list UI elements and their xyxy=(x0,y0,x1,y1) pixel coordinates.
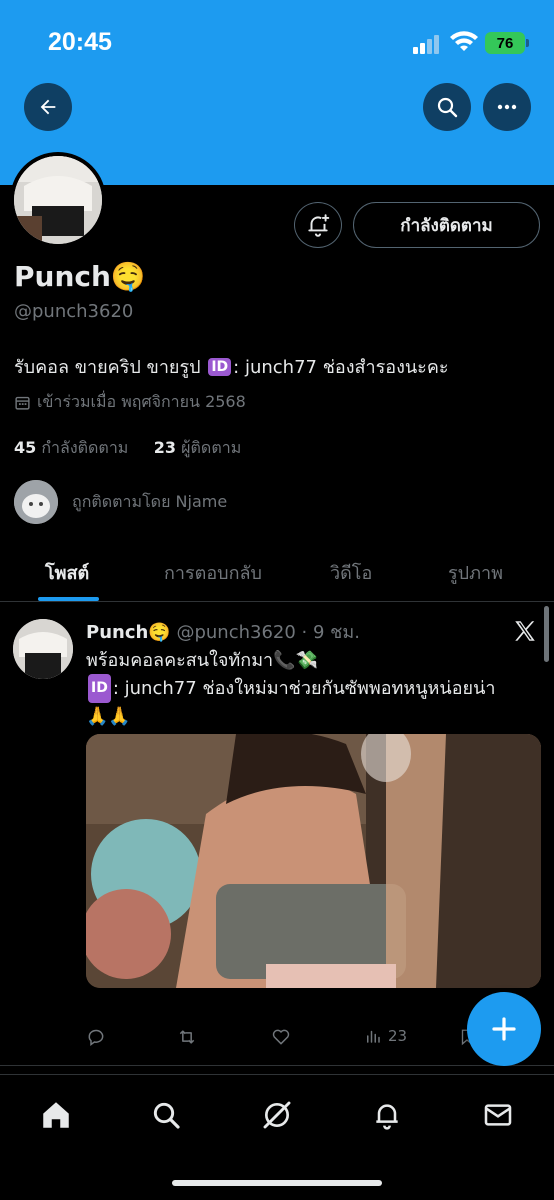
arrow-left-icon xyxy=(40,99,56,115)
post-meta: @punch3620 · 9 ชม. xyxy=(176,622,360,643)
home-icon xyxy=(43,1102,69,1128)
followers-link[interactable]: 23 ผู้ติดตาม xyxy=(154,438,241,457)
nav-grok[interactable] xyxy=(257,1095,297,1135)
avatar-photo xyxy=(14,156,102,244)
post-line-2-text: : junch77 ช่องใหม่มาช่วยกันซัพพอทหนูหน่อ… xyxy=(112,678,496,699)
joined-date: เข้าร่วมเมื่อ พฤศจิกายน 2568 xyxy=(14,390,246,415)
nav-messages[interactable] xyxy=(478,1095,518,1135)
nav-search[interactable] xyxy=(146,1095,186,1135)
tab-photos[interactable]: รูปภาพ xyxy=(448,558,503,587)
profile-tabs: โพสต์ การตอบกลับ วิดีโอ รูปภาพ xyxy=(0,540,554,602)
repost-action[interactable] xyxy=(176,1027,198,1047)
search-icon xyxy=(153,1102,180,1129)
followers-count: 23 xyxy=(153,438,177,457)
search-button[interactable] xyxy=(423,83,471,131)
cat-photo xyxy=(14,480,58,524)
tab-videos[interactable]: วิดีโอ xyxy=(330,558,372,587)
mail-icon xyxy=(484,1104,512,1126)
more-horizontal-icon xyxy=(497,104,517,110)
followed-by[interactable]: ถูกติดตามโดย Njame xyxy=(14,480,227,524)
follow-stats: 45 กำลังติดตาม 23 ผู้ติดตาม xyxy=(14,436,241,461)
repost-icon xyxy=(179,1030,195,1044)
views-count: 23 xyxy=(388,1027,408,1045)
more-button[interactable] xyxy=(483,83,531,131)
back-button[interactable] xyxy=(24,83,72,131)
x-logo-icon xyxy=(515,621,535,641)
plus-icon xyxy=(492,1017,516,1041)
wifi-icon xyxy=(450,31,478,51)
post-header: Punch🤤 @punch3620 · 9 ชม. xyxy=(86,617,360,646)
joined-text: เข้าร่วมเมื่อ พฤศจิกายน 2568 xyxy=(37,392,246,411)
reply-icon xyxy=(88,1029,104,1046)
following-link[interactable]: 45 กำลังติดตาม xyxy=(14,438,128,457)
bell-icon xyxy=(376,1104,398,1130)
post-id-badge: ID xyxy=(88,674,111,703)
following-count: 45 xyxy=(14,438,37,457)
like-action[interactable] xyxy=(271,1027,291,1047)
following-label: กำลังติดตาม xyxy=(41,438,129,457)
profile-handle: @punch3620 xyxy=(14,301,134,322)
post-image[interactable] xyxy=(86,734,541,988)
post-line-2: ID: junch77 ช่องใหม่มาช่วยกันซัพพอทหนูหน… xyxy=(86,674,541,703)
nav-notifications[interactable] xyxy=(367,1095,407,1135)
grok-icon xyxy=(263,1101,291,1129)
battery-tip xyxy=(526,39,529,47)
post-avatar[interactable] xyxy=(13,619,73,679)
post-avatar-photo xyxy=(13,619,73,679)
post-line-3: 🙏🙏 xyxy=(86,706,131,727)
bio-prefix: รับคอล ขายคริป ขายรูป xyxy=(14,357,201,378)
home-indicator xyxy=(172,1180,382,1186)
reply-action[interactable] xyxy=(86,1027,106,1047)
follower-avatar xyxy=(14,480,58,524)
battery-indicator: 76 xyxy=(485,32,525,54)
cellular-signal-icon xyxy=(413,35,439,54)
compose-post-button[interactable] xyxy=(467,992,541,1066)
status-bar: 20:45 76 xyxy=(0,0,554,88)
nav-home[interactable] xyxy=(36,1095,76,1135)
bar-chart-icon xyxy=(367,1030,380,1043)
search-icon xyxy=(437,97,458,118)
heart-icon xyxy=(272,1029,290,1045)
post-author-name[interactable]: Punch🤤 xyxy=(86,622,171,643)
profile-name: Punch🤤 xyxy=(14,260,146,293)
scrollbar[interactable] xyxy=(544,606,549,662)
post-card[interactable]: Punch🤤 @punch3620 · 9 ชม. พร้อมคอลคะสนใจ… xyxy=(0,603,554,1066)
following-button[interactable]: กำลังติดตาม xyxy=(353,202,540,248)
notification-subscribe-button[interactable] xyxy=(294,202,342,248)
post-line-1: พร้อมคอลคะสนใจทักมา📞💸 xyxy=(86,650,318,671)
followers-label: ผู้ติดตาม xyxy=(181,438,242,457)
id-badge: ID xyxy=(208,358,232,376)
battery-level: 76 xyxy=(496,34,514,52)
followed-by-text: ถูกติดตามโดย Njame xyxy=(72,491,228,511)
post-photo xyxy=(86,734,541,988)
bio-suffix: : junch77 ช่องสำรองนะคะ xyxy=(233,357,449,378)
tab-posts[interactable]: โพสต์ xyxy=(45,558,89,587)
profile-bio: รับคอล ขายคริป ขายรูป ID: junch77 ช่องสำ… xyxy=(14,352,449,381)
profile-avatar[interactable] xyxy=(10,152,106,248)
active-tab-indicator xyxy=(38,597,99,601)
post-text: พร้อมคอลคะสนใจทักมา📞💸 ID: junch77 ช่องให… xyxy=(86,647,541,730)
tab-replies[interactable]: การตอบกลับ xyxy=(164,558,262,587)
calendar-icon xyxy=(15,396,30,410)
status-time: 20:45 xyxy=(48,28,112,56)
views-action[interactable]: 23 xyxy=(364,1027,407,1045)
bell-plus-icon xyxy=(308,214,330,237)
